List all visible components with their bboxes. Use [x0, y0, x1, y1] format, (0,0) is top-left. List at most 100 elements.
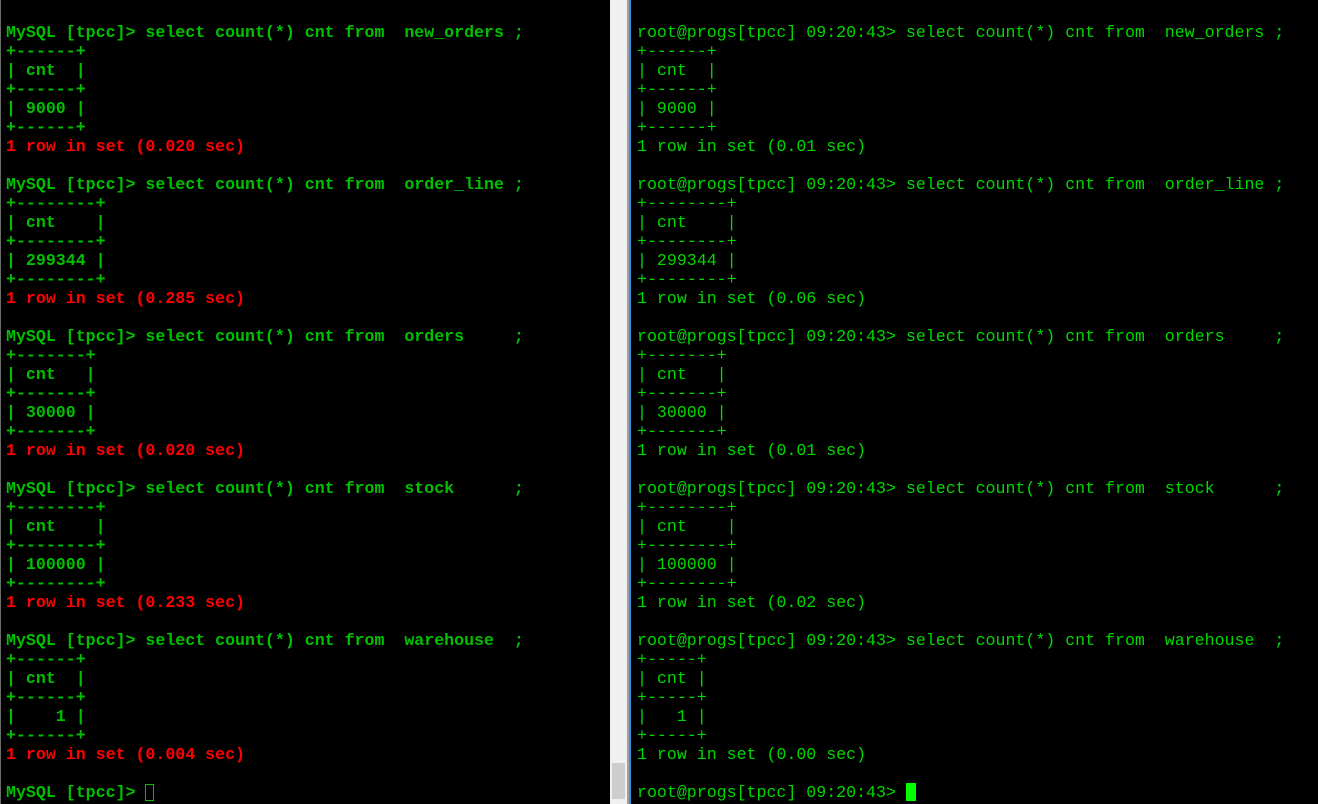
sql-command: select count(*) cnt from warehouse ; — [905, 631, 1285, 650]
text-cursor[interactable] — [145, 784, 155, 801]
query-timing: 1 row in set (0.233 sec) — [6, 593, 245, 612]
result-table-row: +-------+ — [6, 422, 96, 441]
command-line: root@progs[tpcc] 09:20:43> select count(… — [637, 631, 1284, 650]
prompt: MySQL [tpcc]> — [6, 175, 146, 194]
sql-command: select count(*) cnt from order_line ; — [905, 175, 1285, 194]
sql-command: select count(*) cnt from new_orders ; — [145, 23, 524, 42]
command-line: MySQL [tpcc]> select count(*) cnt from o… — [6, 327, 524, 346]
sql-command: select count(*) cnt from warehouse ; — [145, 631, 524, 650]
result-table-row: +-------+ — [6, 384, 96, 403]
query-timing: 1 row in set (0.02 sec) — [637, 593, 867, 612]
result-table-row: +------+ — [637, 42, 717, 61]
sql-command: select count(*) cnt from stock ; — [905, 479, 1285, 498]
result-table-row: | cnt | — [637, 517, 737, 536]
result-table-row: | 1 | — [6, 707, 86, 726]
result-table-row: +--------+ — [6, 232, 106, 251]
right-terminal-pane[interactable]: root@progs[tpcc] 09:20:43> select count(… — [631, 0, 1318, 804]
result-table-row: +--------+ — [637, 232, 737, 251]
command-line: root@progs[tpcc] 09:20:43> select count(… — [637, 23, 1284, 42]
query-timing: 1 row in set (0.00 sec) — [637, 745, 867, 764]
sql-command: select count(*) cnt from orders ; — [145, 327, 524, 346]
active-prompt-line[interactable]: root@progs[tpcc] 09:20:43> — [637, 783, 1284, 802]
result-table-row: +------+ — [6, 80, 86, 99]
result-table-row: +--------+ — [637, 574, 737, 593]
result-table-row: +-----+ — [637, 726, 707, 745]
query-timing: 1 row in set (0.020 sec) — [6, 137, 245, 156]
result-table-row: | 100000 | — [6, 555, 106, 574]
result-table-row: | cnt | — [6, 61, 86, 80]
result-table-row: | cnt | — [6, 213, 106, 232]
prompt: root@progs[tpcc] 09:20:43> — [637, 783, 906, 802]
result-table-row: +-----+ — [637, 688, 707, 707]
result-table-row: | cnt | — [6, 669, 86, 688]
clipped-previous-line — [637, 0, 1284, 4]
result-table-row: | cnt | — [6, 365, 96, 384]
prompt: MySQL [tpcc]> — [6, 631, 146, 650]
query-timing: 1 row in set (0.004 sec) — [6, 745, 245, 764]
result-table-row: +------+ — [637, 80, 717, 99]
result-table-row: | 299344 | — [637, 251, 737, 270]
result-table-row: | 30000 | — [637, 403, 727, 422]
sql-command: select count(*) cnt from stock ; — [145, 479, 524, 498]
sql-command: select count(*) cnt from order_line ; — [145, 175, 524, 194]
result-table-row: +--------+ — [6, 574, 106, 593]
command-line: MySQL [tpcc]> select count(*) cnt from n… — [6, 23, 524, 42]
command-line: root@progs[tpcc] 09:20:43> select count(… — [637, 327, 1284, 346]
result-table-row: | 30000 | — [6, 403, 96, 422]
left-terminal-output: MySQL [tpcc]> select count(*) cnt from n… — [6, 23, 524, 802]
result-table-row: +--------+ — [637, 498, 737, 517]
left-terminal-pane[interactable]: MySQL [tpcc]> select count(*) cnt from n… — [0, 0, 610, 804]
query-timing: 1 row in set (0.01 sec) — [637, 137, 867, 156]
prompt: root@progs[tpcc] 09:20:43> — [637, 23, 906, 42]
result-table-row: +------+ — [6, 42, 86, 61]
prompt: MySQL [tpcc]> — [6, 783, 146, 802]
sql-command: select count(*) cnt from orders ; — [905, 327, 1285, 346]
prompt: MySQL [tpcc]> — [6, 479, 146, 498]
result-table-row: +--------+ — [637, 270, 737, 289]
scrollbar-thumb[interactable] — [612, 763, 625, 799]
result-table-row: +--------+ — [6, 536, 106, 555]
prompt: MySQL [tpcc]> — [6, 327, 146, 346]
query-timing: 1 row in set (0.020 sec) — [6, 441, 245, 460]
command-line: MySQL [tpcc]> select count(*) cnt from w… — [6, 631, 524, 650]
command-line: MySQL [tpcc]> select count(*) cnt from s… — [6, 479, 524, 498]
result-table-row: | cnt | — [637, 213, 737, 232]
right-terminal-output: root@progs[tpcc] 09:20:43> select count(… — [637, 0, 1284, 802]
result-table-row: +------+ — [6, 650, 86, 669]
result-table-row: +-----+ — [637, 650, 707, 669]
query-timing: 1 row in set (0.01 sec) — [637, 441, 867, 460]
prompt: MySQL [tpcc]> — [6, 23, 146, 42]
text-cursor[interactable] — [905, 783, 916, 801]
result-table-row: +-------+ — [637, 384, 727, 403]
sql-command: select count(*) cnt from new_orders ; — [905, 23, 1285, 42]
result-table-row: | cnt | — [637, 365, 727, 384]
prompt: root@progs[tpcc] 09:20:43> — [637, 327, 906, 346]
result-table-row: +------+ — [6, 726, 86, 745]
result-table-row: | cnt | — [637, 669, 707, 688]
screen: MySQL [tpcc]> select count(*) cnt from n… — [0, 0, 1318, 804]
result-table-row: +--------+ — [637, 536, 737, 555]
result-table-row: | cnt | — [6, 517, 106, 536]
result-table-row: +-------+ — [637, 422, 727, 441]
command-line: MySQL [tpcc]> select count(*) cnt from o… — [6, 175, 524, 194]
prompt: root@progs[tpcc] 09:20:43> — [637, 479, 906, 498]
query-timing: 1 row in set (0.285 sec) — [6, 289, 245, 308]
command-line: root@progs[tpcc] 09:20:43> select count(… — [637, 479, 1284, 498]
left-pane-scrollbar[interactable] — [610, 0, 627, 804]
query-timing: 1 row in set (0.06 sec) — [637, 289, 867, 308]
result-table-row: +--------+ — [637, 194, 737, 213]
result-table-row: +--------+ — [6, 270, 106, 289]
active-prompt-line[interactable]: MySQL [tpcc]> — [6, 783, 524, 802]
result-table-row: | 9000 | — [637, 99, 717, 118]
prompt: root@progs[tpcc] 09:20:43> — [637, 631, 906, 650]
result-table-row: +------+ — [6, 688, 86, 707]
result-table-row: | 100000 | — [637, 555, 737, 574]
